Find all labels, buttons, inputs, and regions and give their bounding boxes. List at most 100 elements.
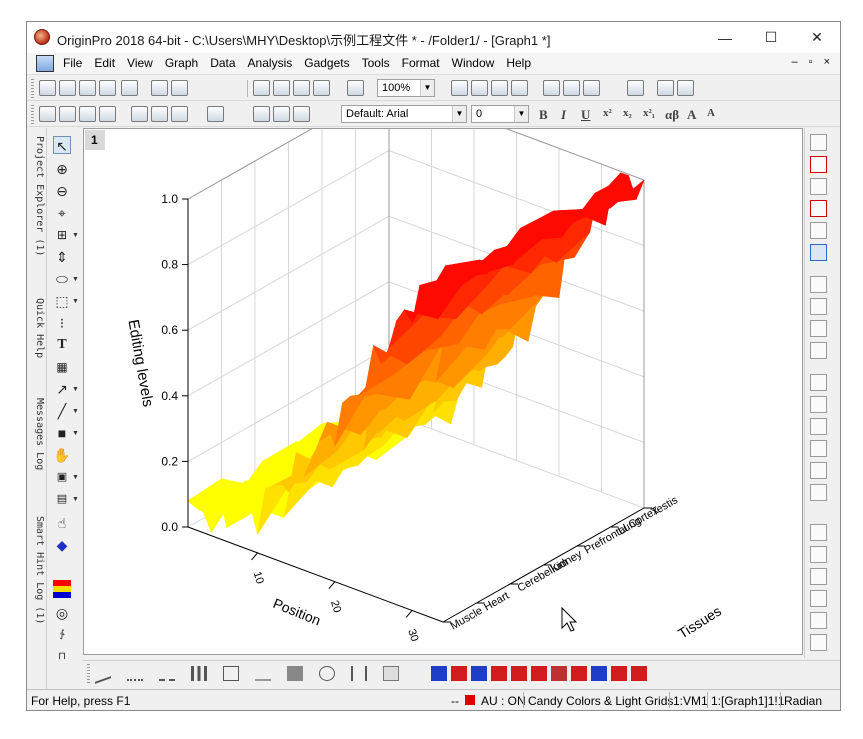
tab-project-explorer[interactable]: Project Explorer (1) bbox=[29, 136, 45, 256]
cut-icon[interactable] bbox=[253, 106, 270, 122]
axis-xy-icon[interactable] bbox=[810, 156, 827, 173]
paste-icon[interactable] bbox=[293, 106, 310, 122]
align-top-icon[interactable] bbox=[810, 568, 827, 585]
menu-format[interactable]: Format bbox=[402, 56, 440, 70]
duplicate-icon[interactable] bbox=[207, 106, 224, 122]
reference-icon[interactable]: ◎ bbox=[53, 604, 71, 622]
chevron-down-icon[interactable]: ▼ bbox=[72, 386, 79, 393]
plot-3d-walls-icon[interactable] bbox=[471, 666, 487, 681]
menu-graph[interactable]: Graph bbox=[165, 56, 198, 70]
save-template-icon[interactable] bbox=[313, 80, 330, 96]
bold-button[interactable]: B bbox=[539, 107, 548, 123]
layer-merge-icon[interactable] bbox=[810, 342, 827, 359]
toolbar-grip[interactable] bbox=[87, 664, 90, 683]
copy-icon[interactable] bbox=[273, 106, 290, 122]
axis-bottom-icon[interactable] bbox=[810, 374, 827, 391]
runner-icon[interactable] bbox=[810, 244, 827, 261]
plot-3d-vectors-icon[interactable] bbox=[591, 666, 607, 681]
open-template-icon[interactable] bbox=[273, 80, 290, 96]
import-wizard-icon[interactable] bbox=[99, 106, 116, 122]
color-bar-icon[interactable] bbox=[53, 580, 71, 598]
tab-smart-hint-log[interactable]: Smart Hint Log (1) bbox=[29, 516, 45, 624]
status-angle-unit[interactable]: Radian bbox=[784, 694, 822, 708]
new-function-icon[interactable] bbox=[121, 80, 138, 96]
decrease-font-button[interactable]: A bbox=[707, 107, 715, 119]
toolbar-grip[interactable] bbox=[31, 105, 34, 124]
area-plot-icon[interactable] bbox=[287, 666, 303, 681]
menu-edit[interactable]: Edit bbox=[94, 56, 115, 70]
toolbar-grip[interactable] bbox=[31, 79, 34, 98]
menu-tools[interactable]: Tools bbox=[362, 56, 390, 70]
rectangle-tool-icon[interactable]: ■ bbox=[53, 424, 71, 442]
zoom-window-icon[interactable] bbox=[677, 80, 694, 96]
plot-3d-scatter-icon[interactable] bbox=[571, 666, 587, 681]
chevron-down-icon[interactable]: ▼ bbox=[72, 496, 79, 503]
plot-3d-colormap-icon[interactable] bbox=[531, 666, 547, 681]
chevron-down-icon[interactable]: ▼ bbox=[72, 474, 79, 481]
plot-3d-wireframe-icon[interactable] bbox=[551, 666, 567, 681]
import-excel-icon[interactable] bbox=[79, 106, 96, 122]
insert-graph-icon[interactable]: ◆ bbox=[53, 536, 71, 554]
increase-font-button[interactable]: A bbox=[687, 107, 696, 123]
code-builder-icon[interactable] bbox=[543, 80, 560, 96]
underline-button[interactable]: U bbox=[581, 107, 590, 123]
graph-document-icon[interactable] bbox=[36, 55, 54, 72]
supersubscript-button[interactable]: x²₁ bbox=[643, 107, 655, 119]
rotate-3d-icon[interactable] bbox=[810, 222, 827, 239]
minimize-button[interactable]: — bbox=[702, 22, 748, 53]
zoom-out-icon[interactable]: ⊖ bbox=[53, 182, 71, 200]
plot-3d-trajectory-icon[interactable] bbox=[611, 666, 627, 681]
save-icon[interactable] bbox=[293, 80, 310, 96]
new-layout-icon[interactable] bbox=[151, 80, 168, 96]
data-reader-icon[interactable]: ⌖ bbox=[53, 204, 71, 222]
annotation-icon[interactable]: ▦ bbox=[53, 358, 71, 376]
layer-grid-icon[interactable] bbox=[810, 298, 827, 315]
results-log-icon[interactable] bbox=[563, 80, 580, 96]
axis-xz-icon[interactable] bbox=[810, 200, 827, 217]
tab-messages-log[interactable]: Messages Log bbox=[29, 398, 45, 470]
chevron-down-icon[interactable]: ▼ bbox=[420, 80, 434, 96]
axis-top-icon[interactable] bbox=[810, 396, 827, 413]
line-symbol-icon[interactable] bbox=[159, 666, 175, 681]
arrow-tool-icon[interactable]: ↗ bbox=[53, 380, 71, 398]
close-button[interactable]: ✕ bbox=[794, 22, 840, 53]
set-column-icon[interactable] bbox=[151, 106, 168, 122]
chevron-down-icon[interactable]: ▼ bbox=[72, 408, 79, 415]
open-icon[interactable] bbox=[253, 80, 270, 96]
statistics-plot-icon[interactable] bbox=[223, 666, 239, 681]
equation-icon[interactable]: ∱ bbox=[53, 626, 71, 644]
chevron-down-icon[interactable]: ▼ bbox=[514, 106, 528, 122]
add-column-icon[interactable] bbox=[131, 106, 148, 122]
print-icon[interactable] bbox=[451, 80, 468, 96]
find-icon[interactable] bbox=[657, 80, 674, 96]
region-icon[interactable]: ⬚ bbox=[53, 292, 71, 310]
align-left-icon[interactable] bbox=[810, 524, 827, 541]
pointer-icon[interactable]: ↖ bbox=[53, 136, 71, 154]
maximize-button[interactable]: ☐ bbox=[748, 22, 794, 53]
new-notes-icon[interactable] bbox=[171, 80, 188, 96]
screen-reader-icon[interactable]: ⇕ bbox=[53, 248, 71, 266]
subscript-button[interactable]: x₂ bbox=[623, 107, 632, 119]
project-explorer-icon[interactable] bbox=[627, 80, 644, 96]
menu-window[interactable]: Window bbox=[452, 56, 495, 70]
bracket-icon[interactable]: ⊓ bbox=[53, 648, 71, 666]
axis-ticks-icon[interactable] bbox=[810, 484, 827, 501]
stacked-layers-icon[interactable] bbox=[810, 134, 827, 151]
status-auto-update[interactable]: AU : ON bbox=[481, 694, 526, 708]
refresh-icon[interactable] bbox=[491, 80, 508, 96]
italic-button[interactable]: I bbox=[561, 107, 566, 123]
import-multiple-icon[interactable] bbox=[59, 106, 76, 122]
font-size-combo[interactable]: 0 ▼ bbox=[471, 105, 529, 123]
command-window-icon[interactable] bbox=[583, 80, 600, 96]
menu-data[interactable]: Data bbox=[210, 56, 235, 70]
line-plot-icon[interactable] bbox=[95, 663, 111, 684]
align-bottom-icon[interactable] bbox=[810, 590, 827, 607]
plot-3d-cube-icon[interactable] bbox=[631, 666, 647, 681]
new-matrix-icon[interactable] bbox=[99, 80, 116, 96]
hand-tool-icon[interactable]: ✋ bbox=[53, 446, 71, 464]
greek-button[interactable]: αβ bbox=[665, 107, 679, 123]
zoom-in-icon[interactable]: ⊕ bbox=[53, 160, 71, 178]
chevron-down-icon[interactable]: ▼ bbox=[72, 430, 79, 437]
plot-3d-surface-icon[interactable] bbox=[511, 666, 527, 681]
font-name-combo[interactable]: Default: Arial ▼ bbox=[341, 105, 467, 123]
